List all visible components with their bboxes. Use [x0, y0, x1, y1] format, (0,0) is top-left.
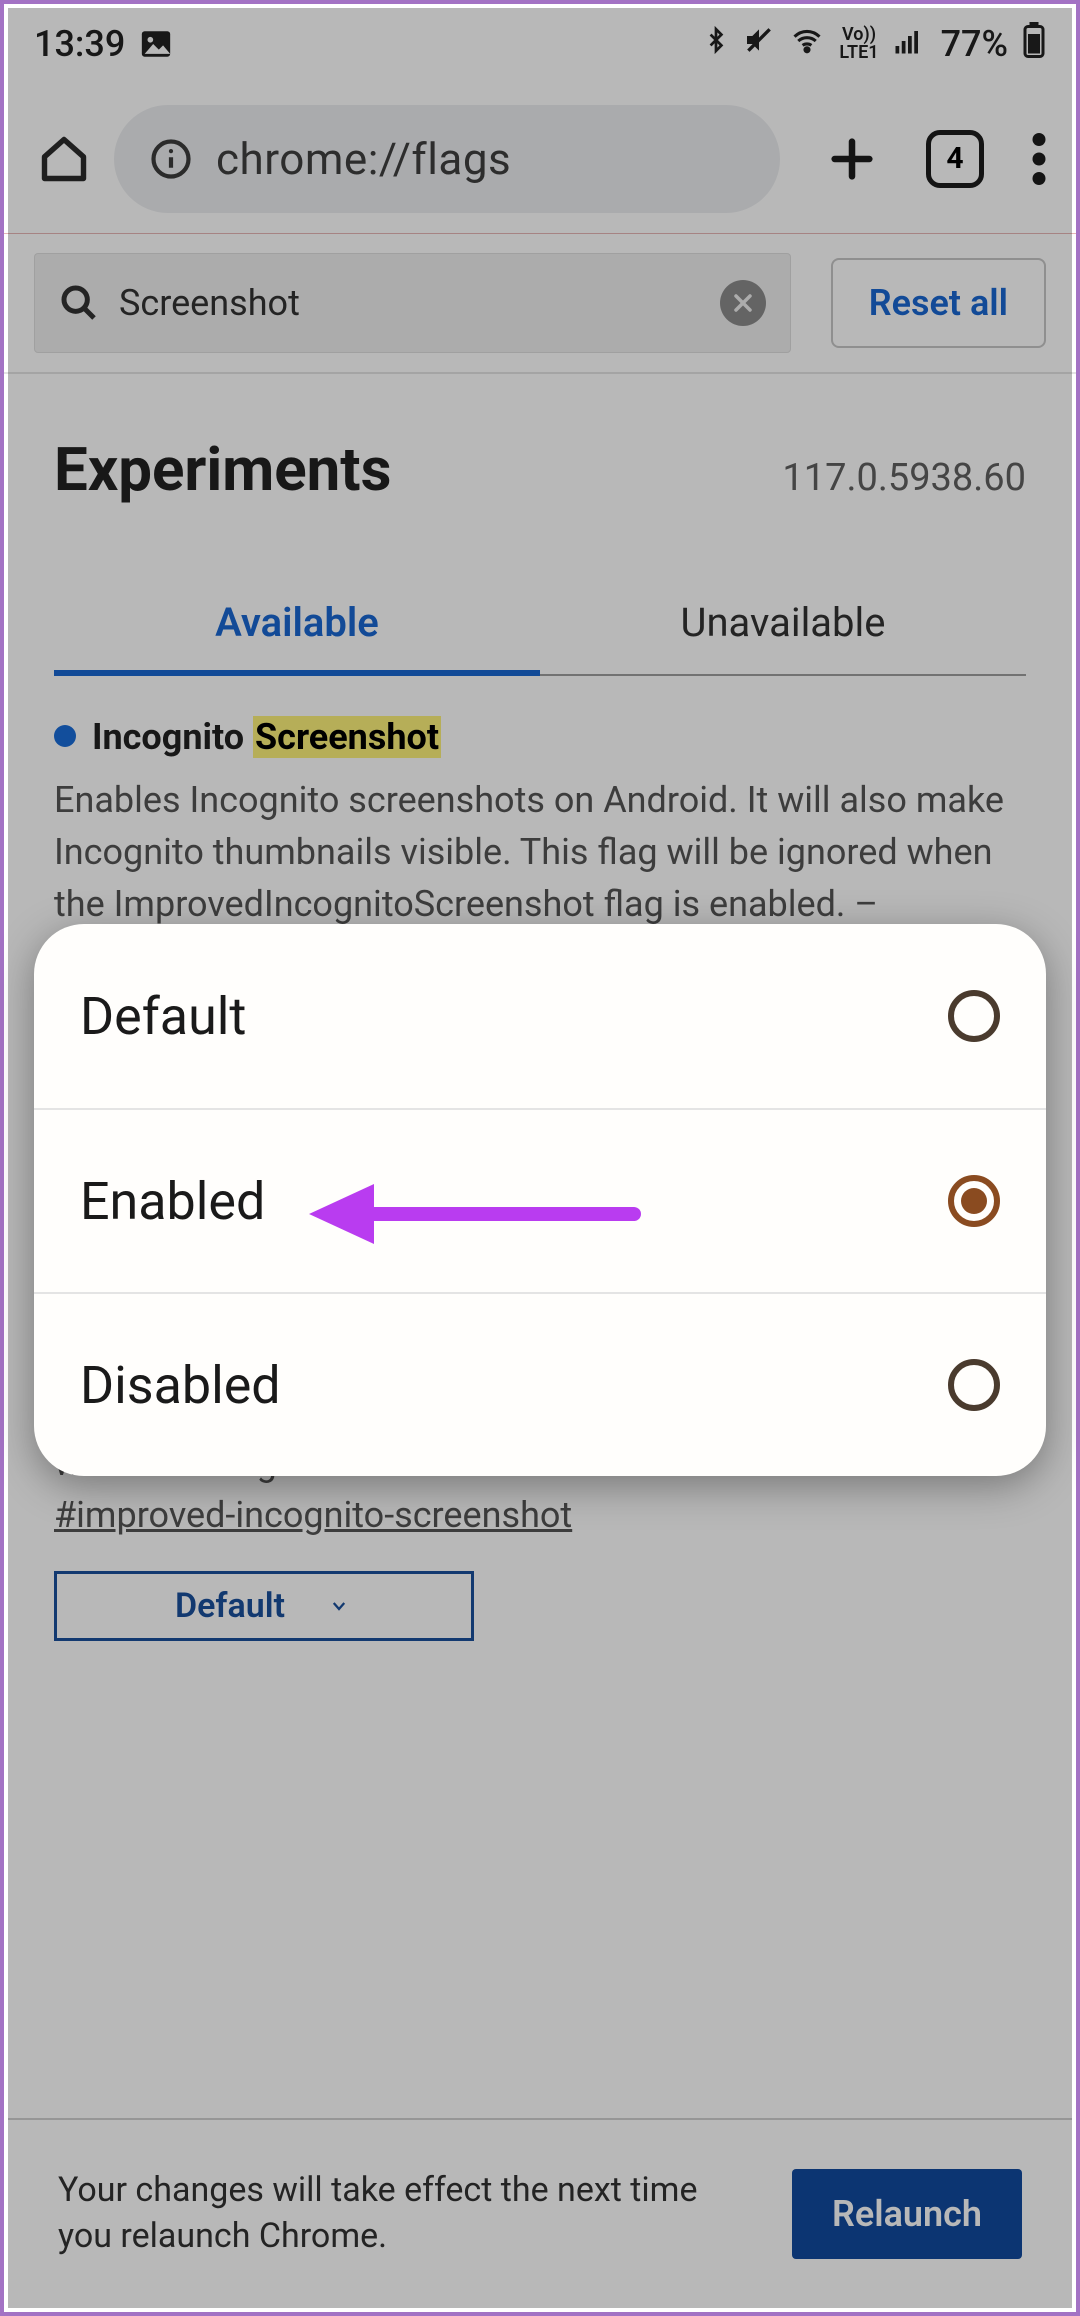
option-disabled[interactable]: Disabled: [34, 1292, 1046, 1476]
radio-icon: [948, 990, 1000, 1042]
radio-icon: [948, 1359, 1000, 1411]
dropdown-popup: Default Enabled Disabled: [34, 924, 1046, 1476]
radio-selected-icon: [948, 1175, 1000, 1227]
option-enabled[interactable]: Enabled: [34, 1108, 1046, 1292]
option-default[interactable]: Default: [34, 924, 1046, 1108]
